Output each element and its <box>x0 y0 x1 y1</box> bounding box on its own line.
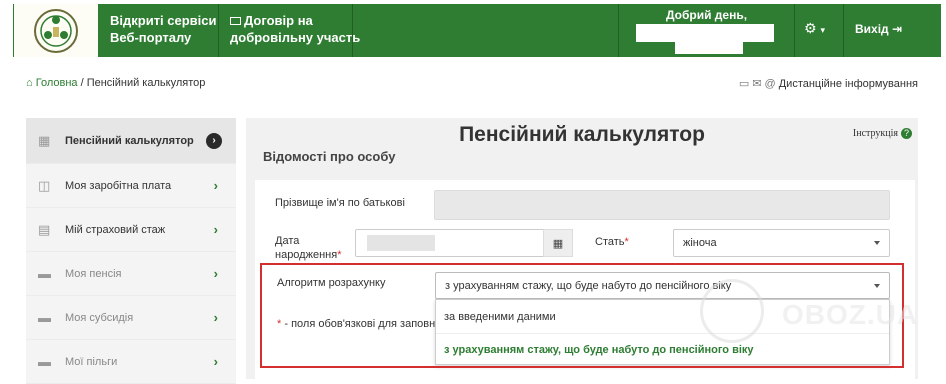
breadcrumb-home[interactable]: ⌂ Головна <box>26 77 78 89</box>
redacted-username <box>675 40 743 54</box>
user-greeting[interactable]: Добрий день, <box>620 4 793 57</box>
envelope-icon: ✉ <box>752 78 762 90</box>
wallet-icon: ◫ <box>38 177 51 193</box>
portal-logo[interactable] <box>14 4 98 57</box>
header-divider <box>843 4 844 57</box>
sidebar-item-pension-calculator[interactable]: ▦ Пенсійний калькулятор › <box>26 118 236 164</box>
fullname-field[interactable] <box>434 190 890 220</box>
header-divider <box>352 4 353 57</box>
brand-line-1: Відкриті сервіси <box>110 13 217 28</box>
sidebar-item-label: Мої пільги <box>65 355 118 368</box>
caret-down-icon <box>874 241 880 245</box>
emblem-icon <box>34 8 78 53</box>
folder-icon: ▬ <box>38 353 51 369</box>
chevron-right-icon: › <box>206 132 222 149</box>
exit-label: Вихід <box>855 22 889 36</box>
chevron-right-icon: › <box>213 354 218 369</box>
calendar-icon: ▦ <box>552 237 564 250</box>
sidebar-item-label: Пенсійний калькулятор <box>65 134 194 147</box>
greeting-text: Добрий день, <box>665 8 748 22</box>
exit-button[interactable]: Вихід ⇥ <box>855 22 902 36</box>
watermark-text: OBOZ.UA <box>782 299 919 330</box>
sidebar-item-pension[interactable]: ▬ Моя пенсія › <box>26 252 236 296</box>
birthdate-label-1: Дата <box>275 235 300 247</box>
remote-info-link[interactable]: ▭ ✉ @ Дистанційне інформування <box>738 77 918 91</box>
sex-label-text: Стать <box>595 236 625 248</box>
required-mark: * <box>337 249 342 261</box>
at-icon: @ <box>764 77 776 90</box>
redacted-birthdate <box>367 235 435 251</box>
sidebar-item-label: Мій страховий стаж <box>65 223 166 236</box>
instruction-link[interactable]: Інструкція? <box>853 128 912 139</box>
required-mark: * <box>624 236 629 248</box>
home-icon: ⌂ <box>26 77 33 89</box>
watermark: OBOZ.UA <box>700 277 930 357</box>
section-title: Відомості про особу <box>263 149 396 164</box>
breadcrumb-separator: / <box>80 77 84 89</box>
breadcrumb-current: Пенсійний калькулятор <box>86 77 206 89</box>
brand-title[interactable]: Відкриті сервіси Веб-порталу <box>110 12 217 46</box>
calculator-icon: ▦ <box>38 132 51 148</box>
settings-menu[interactable]: ⚙ ▾ <box>804 20 825 37</box>
breadcrumb-home-label: Головна <box>35 77 78 89</box>
sex-select[interactable]: жіноча <box>673 229 890 257</box>
chevron-right-icon: › <box>213 178 218 193</box>
contract-link[interactable]: Договір на добровільну участь <box>230 12 360 46</box>
sidebar-item-insurance-experience[interactable]: ▤ Мій страховий стаж › <box>26 208 236 252</box>
folder-icon: ▬ <box>38 309 51 325</box>
envelope-icon <box>230 17 241 25</box>
gear-icon: ⚙ <box>804 20 817 36</box>
sidebar-item-label: Моя субсидія <box>65 311 134 324</box>
sex-value: жіноча <box>683 237 717 249</box>
header-divider <box>218 4 219 57</box>
monitor-icon: ▭ <box>738 78 750 90</box>
chevron-right-icon: › <box>213 222 218 237</box>
contract-line-1: Договір на <box>244 13 313 28</box>
header-divider <box>618 4 619 57</box>
page-title: Пенсійний калькулятор <box>459 123 705 146</box>
sidebar-item-label: Моя заробітна плата <box>65 179 172 192</box>
contract-line-2: добровільну участь <box>230 30 361 45</box>
header-divider <box>794 4 795 57</box>
remote-info-label: Дистанційне інформування <box>778 77 918 90</box>
instruction-label: Інструкція <box>852 128 898 139</box>
question-icon: ? <box>901 128 912 139</box>
watermark-logo-icon <box>700 279 764 343</box>
birthdate-field[interactable] <box>355 229 545 257</box>
chevron-right-icon: › <box>213 266 218 281</box>
birthdate-label: Дата народження* <box>275 234 341 262</box>
sidebar-item-subsidy[interactable]: ▬ Моя субсидія › <box>26 296 236 340</box>
fullname-label: Прізвище ім'я по батькові <box>275 197 405 209</box>
sidebar-item-benefits[interactable]: ▬ Мої пільги › <box>26 340 236 384</box>
caret-down-icon: ▾ <box>820 25 825 35</box>
birthdate-label-2: народження <box>275 249 338 261</box>
brand-line-2: Веб-порталу <box>110 30 192 45</box>
breadcrumb: ⌂ Головна / Пенсійний калькулятор <box>26 77 205 89</box>
sign-out-icon: ⇥ <box>892 22 903 36</box>
sidebar-item-salary[interactable]: ◫ Моя заробітна плата › <box>26 164 236 208</box>
sex-label: Стать* <box>595 236 629 248</box>
folder-icon: ▬ <box>38 265 51 281</box>
sidebar: ▦ Пенсійний калькулятор › ◫ Моя заробітн… <box>26 118 236 384</box>
sidebar-item-label: Моя пенсія <box>65 267 122 280</box>
chevron-right-icon: › <box>213 310 218 325</box>
calendar-icon: ▤ <box>38 221 51 237</box>
calendar-button[interactable]: ▦ <box>543 229 573 257</box>
